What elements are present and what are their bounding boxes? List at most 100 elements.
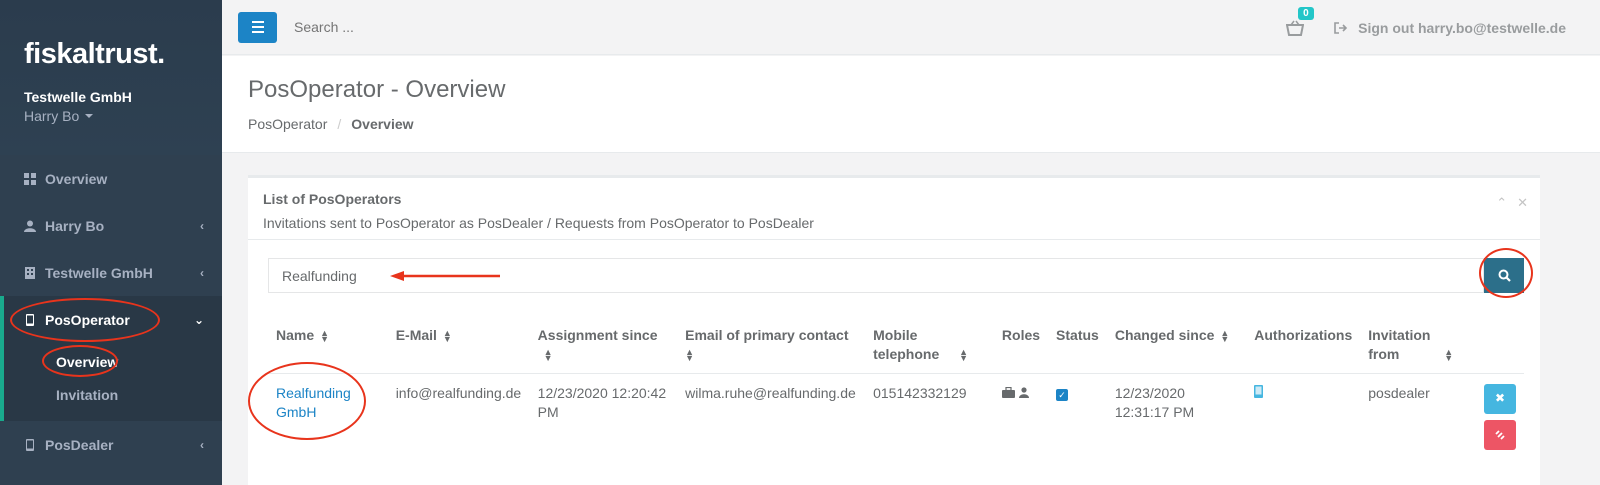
sidebar-header: fiskaltrust. Testwelle GmbH Harry Bo <box>0 0 222 155</box>
sort-icon: ▲ ▼ <box>959 347 969 364</box>
sort-icon: ▲ ▼ <box>685 347 695 364</box>
annotation-oval-overview <box>42 345 118 377</box>
sort-icon: ▲ ▼ <box>442 328 452 345</box>
top-search-input[interactable] <box>294 19 894 35</box>
operators-table: Name ▲ ▼ E-Mail ▲ ▼ Assignment since ▲ ▼ Email… <box>268 318 1524 466</box>
breadcrumb-current: Overview <box>351 116 414 132</box>
breadcrumb-separator: / <box>337 116 342 132</box>
briefcase-icon <box>1001 386 1015 398</box>
page-title: PosOperator - Overview <box>248 76 506 103</box>
col-invitation-from[interactable]: Invitation from ▲ ▼ <box>1360 318 1476 374</box>
table-row: Realfunding GmbH info@realfunding.de 12/… <box>268 373 1524 466</box>
menu-toggle-button[interactable] <box>238 11 277 43</box>
hamburger-icon-line <box>251 26 264 28</box>
panel-header: List of PosOperators Invitations sent to… <box>248 178 1540 240</box>
hamburger-icon <box>251 21 264 23</box>
remove-button[interactable]: ✖ <box>1484 383 1516 414</box>
col-label: Changed since <box>1114 327 1215 343</box>
sort-icon: ▲ ▼ <box>1220 328 1230 345</box>
tablet-icon[interactable] <box>1254 384 1264 398</box>
posoperators-panel: List of PosOperators Invitations sent to… <box>248 175 1540 485</box>
sidebar-item-label: PosDealer <box>45 436 114 453</box>
user-dropdown[interactable]: Harry Bo <box>24 108 222 124</box>
topbar-right: 0 Sign out harry.bo@testwelle.de <box>1285 0 1566 55</box>
company-name: Testwelle GmbH <box>24 89 132 105</box>
subnav-item-invitation[interactable]: Invitation <box>4 378 222 411</box>
cell-email: info@realfunding.de <box>395 384 522 401</box>
col-changed-since[interactable]: Changed since ▲ ▼ <box>1106 318 1247 374</box>
col-label: Roles <box>1001 327 1041 343</box>
tablet-icon <box>26 438 34 451</box>
signout-link[interactable]: Sign out harry.bo@testwelle.de <box>1334 20 1566 36</box>
col-label: Status <box>1056 327 1099 343</box>
basket-count-badge: 0 <box>1298 6 1314 20</box>
sidebar-item-overview[interactable]: Overview <box>0 155 222 202</box>
annotation-oval-search <box>1479 248 1533 298</box>
unlink-icon <box>1495 429 1505 440</box>
hamburger-icon-line <box>251 31 264 33</box>
page-heading: PosOperator - Overview PosOperator / Ove… <box>222 56 1600 153</box>
sidebar-item-label: Overview <box>45 170 108 187</box>
cell-status: ✓ <box>1048 373 1107 466</box>
col-label: Mobile telephone <box>873 327 940 362</box>
close-icon: ✖ <box>1494 391 1506 405</box>
sidebar-item-posdealer[interactable]: PosDealer ‹ <box>0 421 222 468</box>
col-email[interactable]: E-Mail ▲ ▼ <box>387 318 530 374</box>
panel-subtitle: Invitations sent to PosOperator as PosDe… <box>263 215 814 231</box>
col-authorizations: Authorizations <box>1246 318 1361 374</box>
user-icon <box>24 220 36 232</box>
breadcrumb-posoperator[interactable]: PosOperator <box>248 116 327 132</box>
cell-authorizations <box>1246 373 1360 466</box>
cell-invitation-from: posdealer <box>1368 384 1430 401</box>
sidebar-item-label: Testwelle GmbH <box>45 264 153 281</box>
collapse-icon[interactable]: ⌃ <box>1496 195 1507 211</box>
cell-changed-since: 12/23/2020 12:31:17 PM <box>1114 384 1195 420</box>
chevron-left-icon: ‹ <box>200 265 204 280</box>
cell-actions: ✖ <box>1476 373 1524 466</box>
cell-assignment-since: 12/23/2020 12:20:42 PM <box>537 384 667 420</box>
col-label: Name <box>276 327 315 343</box>
annotation-oval-name <box>248 362 366 440</box>
col-status: Status <box>1048 318 1107 374</box>
col-label: Email of primary contact <box>685 327 849 343</box>
col-primary-contact[interactable]: Email of primary contact ▲ ▼ <box>677 318 866 374</box>
annotation-arrow <box>390 271 500 281</box>
sidebar: fiskaltrust. Testwelle GmbH Harry Bo Ove… <box>0 0 222 485</box>
logo: fiskaltrust. <box>24 38 165 70</box>
col-actions <box>1476 318 1524 374</box>
chevron-left-icon: ‹ <box>200 437 204 452</box>
unlink-button[interactable] <box>1484 419 1516 450</box>
col-label: Assignment since <box>537 327 658 343</box>
col-assignment-since[interactable]: Assignment since ▲ ▼ <box>529 318 678 374</box>
user-icon <box>1018 386 1029 398</box>
sort-icon: ▲ ▼ <box>320 328 330 345</box>
building-icon <box>25 266 35 279</box>
close-icon[interactable]: ✕ <box>1517 195 1528 211</box>
signout-label: Sign out harry.bo@testwelle.de <box>1358 19 1566 36</box>
checked-icon: ✓ <box>1056 389 1069 401</box>
table-header-row: Name ▲ ▼ E-Mail ▲ ▼ Assignment since ▲ ▼ Email… <box>268 318 1524 374</box>
caret-down-icon <box>85 114 94 118</box>
chevron-down-icon: ⌄ <box>193 312 204 327</box>
sidebar-item-label: Harry Bo <box>45 217 105 234</box>
col-mobile[interactable]: Mobile telephone ▲ ▼ <box>865 318 994 374</box>
col-label: E-Mail <box>395 327 437 343</box>
cell-primary-contact: wilma.ruhe@realfunding.de <box>685 384 856 401</box>
basket-icon <box>1285 20 1305 36</box>
col-label: Invitation from <box>1368 327 1431 362</box>
sort-icon: ▲ ▼ <box>1444 347 1454 364</box>
sidebar-item-harry-bo[interactable]: Harry Bo ‹ <box>0 202 222 249</box>
chevron-left-icon: ‹ <box>200 218 204 233</box>
topbar: 0 Sign out harry.bo@testwelle.de <box>222 0 1600 55</box>
cell-roles <box>994 373 1048 466</box>
sidebar-nav-2: PosDealer ‹ <box>0 421 222 468</box>
user-name-label: Harry Bo <box>24 108 80 124</box>
panel-tools: ⌃ ✕ <box>1496 195 1528 211</box>
cell-mobile: 015142332129 <box>873 384 967 401</box>
col-roles: Roles <box>993 318 1049 374</box>
sidebar-item-testwelle[interactable]: Testwelle GmbH ‹ <box>0 249 222 296</box>
sign-out-icon <box>1334 21 1348 34</box>
breadcrumb: PosOperator / Overview <box>248 116 1600 132</box>
panel-title: List of PosOperators <box>263 191 402 207</box>
basket-button[interactable]: 0 <box>1285 6 1314 36</box>
